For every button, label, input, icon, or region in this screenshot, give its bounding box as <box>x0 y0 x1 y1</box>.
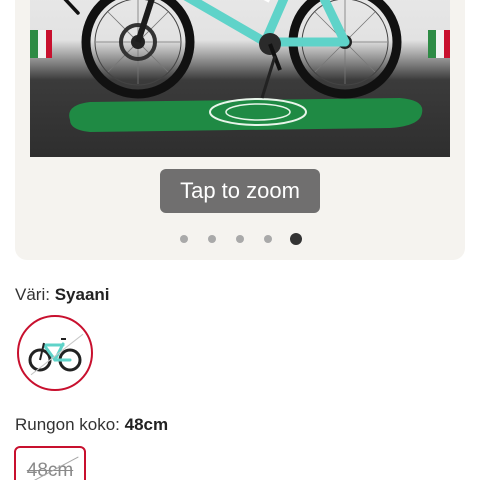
product-image[interactable] <box>30 0 450 157</box>
slide-dot-4[interactable] <box>262 233 274 245</box>
color-option-heading: Väri: Syaani <box>15 285 110 305</box>
slide-dot-2[interactable] <box>206 233 218 245</box>
size-option-value: 48cm <box>124 415 169 434</box>
slide-dot-3[interactable] <box>234 233 246 245</box>
slide-dot-5-active[interactable] <box>290 233 302 245</box>
slide-indicator <box>15 233 465 245</box>
slide-dot-1[interactable] <box>178 233 190 245</box>
size-chip-48cm[interactable]: 48cm <box>14 446 86 480</box>
tap-to-zoom-button[interactable]: Tap to zoom <box>160 169 320 213</box>
size-option-heading: Rungon koko: 48cm <box>15 415 168 435</box>
size-option-label: Rungon koko: <box>15 415 120 434</box>
color-swatch-syaani[interactable] <box>17 315 93 391</box>
previous-image-button[interactable] <box>51 0 91 18</box>
chevron-left-icon <box>63 0 80 15</box>
product-gallery: Tap to zoom <box>15 0 465 260</box>
color-option-value: Syaani <box>54 285 110 304</box>
color-option-label: Väri: <box>15 285 50 304</box>
